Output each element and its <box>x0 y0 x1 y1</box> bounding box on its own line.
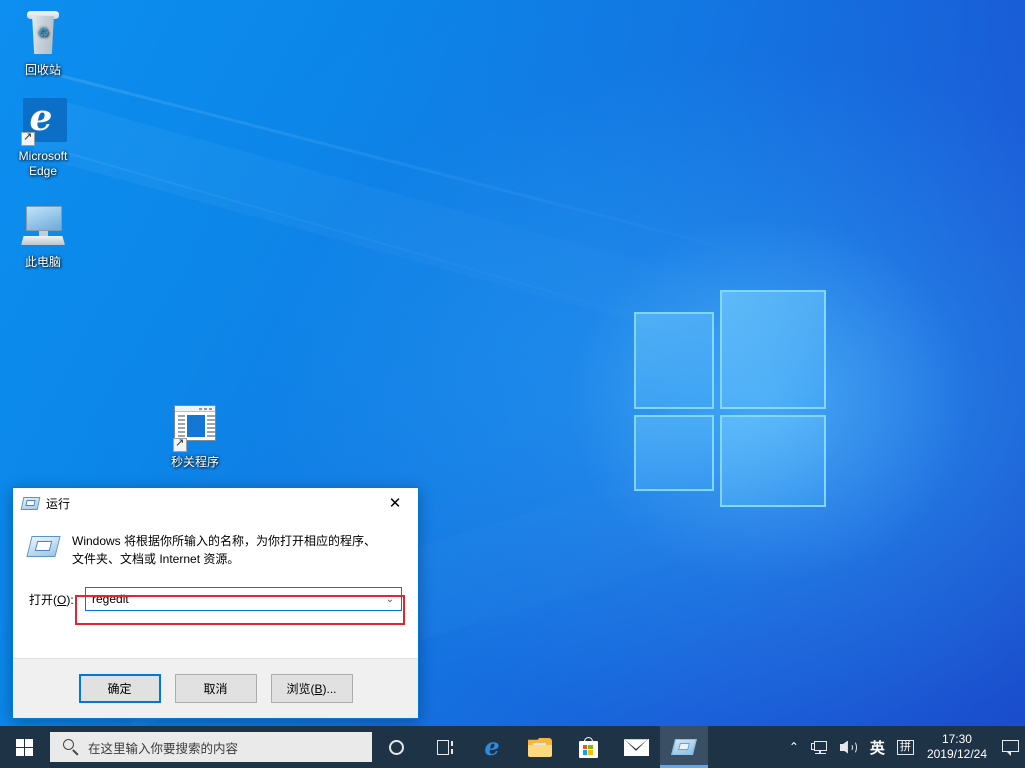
clock-date: 2019/12/24 <box>926 747 987 761</box>
taskbar-run-dialog-button[interactable] <box>660 726 708 768</box>
dialog-description-row: Windows 将根据你所输入的名称，为你打开相应的程序、 文件夹、文档或 In… <box>26 532 402 568</box>
description-line-2: 文件夹、文档或 Internet 资源。 <box>72 552 240 566</box>
desktop-icon-app-shortcut[interactable]: 秒关程序 <box>156 402 234 470</box>
task-view-button[interactable] <box>420 726 468 768</box>
volume-button[interactable] <box>834 726 864 768</box>
show-hidden-icons-button[interactable]: ⌃ <box>783 726 805 768</box>
open-combobox-wrapper: regedit ⌄ <box>85 587 402 611</box>
network-icon <box>810 740 828 755</box>
desktop-icon-label: Microsoft <box>18 149 68 163</box>
open-label: 打开(O): <box>29 592 74 607</box>
volume-icon <box>839 740 858 755</box>
task-view-icon <box>435 739 453 755</box>
browse-button[interactable]: 浏览(B)... <box>270 674 353 703</box>
dialog-button-strip: 确定 取消 浏览(B)... <box>13 658 418 718</box>
notification-icon <box>1002 739 1019 756</box>
chevron-down-icon[interactable]: ⌄ <box>379 594 401 605</box>
cortana-icon <box>388 739 404 755</box>
dialog-description: Windows 将根据你所输入的名称，为你打开相应的程序、 文件夹、文档或 In… <box>72 532 376 568</box>
chevron-up-icon: ⌃ <box>788 740 799 754</box>
edge-icon: e <box>19 96 67 146</box>
clock-time: 17:30 <box>941 732 972 746</box>
logo-pane-bottom-left <box>634 415 714 491</box>
run-dialog-icon <box>671 738 697 756</box>
ime-mode-indicator: 拼 <box>896 739 914 755</box>
logo-pane-bottom-right <box>720 415 826 507</box>
start-button[interactable] <box>0 726 48 768</box>
windows-logo-wallpaper <box>632 285 828 507</box>
open-field-row: 打开(O): regedit ⌄ <box>29 587 402 611</box>
file-explorer-icon <box>528 737 552 757</box>
open-combobox[interactable]: regedit ⌄ <box>85 587 402 611</box>
run-dialog-icon <box>20 496 41 511</box>
system-tray: ⌃ 英 拼 17:30 2019/12/24 <box>783 726 1025 768</box>
clock[interactable]: 17:30 2019/12/24 <box>920 732 996 762</box>
search-placeholder: 在这里输入你要搜索的内容 <box>88 741 239 756</box>
close-icon[interactable]: ✕ <box>372 488 418 518</box>
desktop-icon-label: 秒关程序 <box>170 455 219 469</box>
desktop-icon-label: 此电脑 <box>24 255 61 269</box>
edge-icon: e <box>484 732 500 761</box>
run-dialog[interactable]: 运行 ✕ Windows 将根据你所输入的名称，为你打开相应的程序、 文件夹、文… <box>12 487 419 719</box>
shortcut-overlay-icon <box>173 436 187 452</box>
desktop-icon-this-pc[interactable]: 此电脑 <box>4 202 82 270</box>
ok-button[interactable]: 确定 <box>78 674 161 703</box>
dialog-title: 运行 <box>46 496 71 511</box>
windows-logo-icon <box>15 738 33 756</box>
this-pc-icon <box>19 202 67 252</box>
run-description-icon <box>26 534 61 560</box>
open-input-value[interactable]: regedit <box>92 592 379 606</box>
desktop-icon-label-line2: Edge <box>28 164 58 178</box>
taskbar-file-explorer-button[interactable] <box>516 726 564 768</box>
cortana-button[interactable] <box>372 726 420 768</box>
ime-mode-button[interactable]: 拼 <box>891 726 920 768</box>
mail-icon <box>623 738 649 756</box>
desktop-icon-microsoft-edge[interactable]: e Microsoft Edge <box>4 96 82 179</box>
search-input[interactable]: 在这里输入你要搜索的内容 <box>50 732 372 762</box>
taskbar[interactable]: 在这里输入你要搜索的内容 e ⌃ 英 拼 17:30 2019/12/24 <box>0 726 1025 768</box>
desktop-icon-label: 回收站 <box>24 63 61 77</box>
dialog-title-bar[interactable]: 运行 ✕ <box>13 488 418 518</box>
logo-pane-top-left <box>634 312 714 409</box>
search-icon <box>62 738 80 756</box>
taskbar-mail-button[interactable] <box>612 726 660 768</box>
dialog-body: Windows 将根据你所输入的名称，为你打开相应的程序、 文件夹、文档或 In… <box>13 518 418 611</box>
shortcut-overlay-icon <box>21 130 35 146</box>
microsoft-store-icon <box>578 736 598 758</box>
action-center-button[interactable] <box>996 726 1025 768</box>
network-button[interactable] <box>805 726 834 768</box>
description-line-1: Windows 将根据你所输入的名称，为你打开相应的程序、 <box>72 534 377 548</box>
cancel-button[interactable]: 取消 <box>174 674 257 703</box>
recycle-bin-icon: ♻ <box>19 10 67 60</box>
logo-pane-top-right <box>720 290 826 409</box>
taskbar-edge-button[interactable]: e <box>468 726 516 768</box>
application-shortcut-icon <box>171 402 219 452</box>
ime-language-button[interactable]: 英 <box>864 726 891 768</box>
ime-language-indicator: 英 <box>869 739 885 757</box>
taskbar-microsoft-store-button[interactable] <box>564 726 612 768</box>
desktop-icon-recycle-bin[interactable]: ♻ 回收站 <box>4 10 82 78</box>
